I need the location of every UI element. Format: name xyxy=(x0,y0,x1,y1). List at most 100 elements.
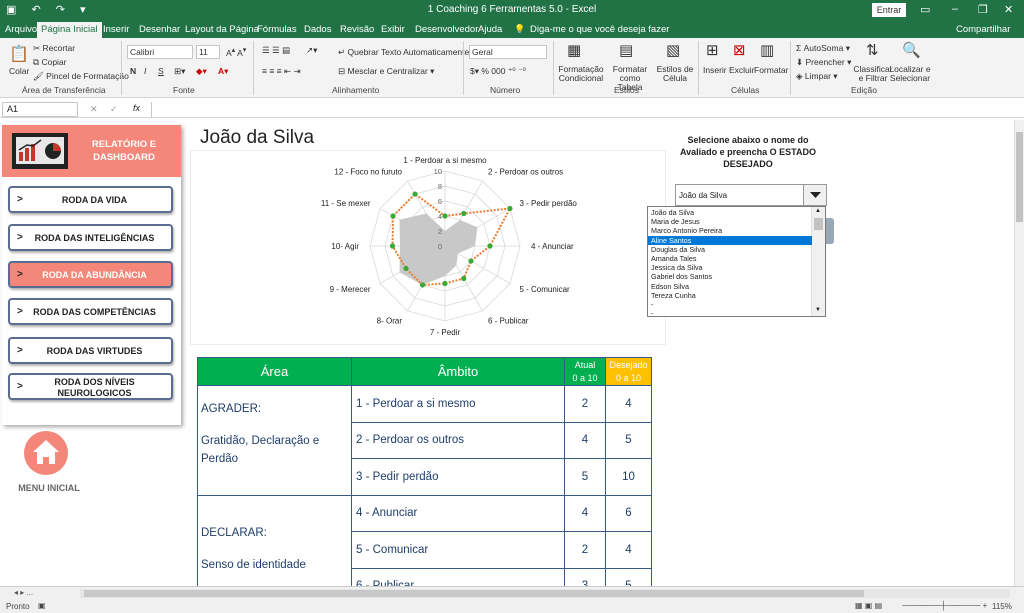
dropdown-button[interactable] xyxy=(803,185,826,205)
list-item[interactable]: Tereza Cunha xyxy=(648,291,812,300)
scroll-up-icon[interactable]: ▲ xyxy=(815,208,821,214)
person-dropdown-list[interactable]: ▲ ▼ João da Silva Maria de Jesus Marco Ant… xyxy=(647,206,826,318)
vertical-scroll-thumb[interactable] xyxy=(1016,132,1023,222)
grow-font-icon[interactable]: A▴ A▾ xyxy=(226,45,246,58)
scroll-down-icon[interactable]: ▼ xyxy=(815,307,821,313)
desejado-cell[interactable]: 5 xyxy=(605,421,652,459)
view-normal-icon[interactable]: ▦ ▣ ▤ xyxy=(855,601,882,610)
list-item[interactable]: Maria de Jesus xyxy=(648,217,812,226)
sheet-nav-icon[interactable]: ◂ ▸ ... xyxy=(14,588,33,597)
atual-cell[interactable]: 4 xyxy=(564,421,606,459)
insert-cells-icon[interactable]: ⊞ xyxy=(706,41,719,59)
list-item[interactable]: - xyxy=(648,309,812,318)
insert-cells-button[interactable]: Inserir xyxy=(703,65,727,75)
delete-cells-icon[interactable]: ⊠ xyxy=(733,41,746,59)
tab-desenvolvedor[interactable]: Desenvolvedor xyxy=(415,24,478,35)
nav-roda-das-virtudes[interactable]: > RODA DAS VIRTUDES xyxy=(8,337,173,364)
autosum-button[interactable]: Σ AutoSoma ▾ xyxy=(796,43,850,54)
delete-cells-button[interactable]: Excluir xyxy=(729,65,755,75)
conditional-format-button[interactable]: Formatação Condicional xyxy=(558,65,604,83)
ambito-cell[interactable]: 2 - Perdoar os outros xyxy=(351,421,565,459)
paste-icon[interactable]: 📋 xyxy=(9,44,29,64)
zoom-slider[interactable]: −──────┼────── + xyxy=(902,601,987,610)
desejado-cell[interactable]: 6 xyxy=(605,494,652,532)
confirm-icon[interactable]: ✓ xyxy=(110,104,118,115)
list-item[interactable]: João da Silva xyxy=(648,208,812,217)
sort-filter-icon[interactable]: ⇅ xyxy=(866,41,879,59)
person-select[interactable]: João da Silva xyxy=(675,184,827,206)
font-color-icon[interactable]: A▾ xyxy=(218,66,228,77)
clear-button[interactable]: ◈ Limpar ▾ xyxy=(796,71,838,82)
find-icon[interactable]: 🔍 xyxy=(902,41,921,59)
nav-roda-das-competencias[interactable]: > RODA DAS COMPETÊNCIAS xyxy=(8,298,173,325)
list-item[interactable]: Amanda Tales xyxy=(648,254,812,263)
macro-record-icon[interactable]: ▣ xyxy=(38,601,46,610)
gray-side-button[interactable] xyxy=(826,218,834,244)
tab-ajuda[interactable]: Ajuda xyxy=(478,24,502,35)
ambito-cell[interactable]: 1 - Perdoar a si mesmo xyxy=(351,385,565,423)
vertical-scrollbar[interactable] xyxy=(1014,120,1024,586)
align-top-icon[interactable]: ☰ ☰ ▤ xyxy=(262,45,290,56)
ambito-cell[interactable]: 4 - Anunciar xyxy=(351,494,565,532)
font-name-select[interactable]: Calibri xyxy=(127,45,193,59)
format-painter-button[interactable]: 🖌 Pincel de Formatação xyxy=(33,71,129,82)
ribbon-display-icon[interactable]: ▭ xyxy=(920,3,930,16)
ambito-cell[interactable]: 3 - Pedir perdão xyxy=(351,458,565,496)
tab-formulas[interactable]: Fórmulas xyxy=(257,24,297,35)
list-item[interactable]: Gabriel dos Santos xyxy=(648,272,812,281)
list-item[interactable]: Douglas da Silva xyxy=(648,245,812,254)
tab-arquivo[interactable]: Arquivo xyxy=(5,24,37,35)
nav-roda-da-abundancia[interactable]: > RODA DA ABUNDÂNCIA xyxy=(8,261,173,288)
fill-color-icon[interactable]: ◆▾ xyxy=(196,66,207,77)
tab-desenhar[interactable]: Desenhar xyxy=(139,24,180,35)
atual-cell[interactable]: 5 xyxy=(564,458,606,496)
format-table-icon[interactable]: ▤ xyxy=(619,41,633,59)
insert-function-icon[interactable]: fx xyxy=(133,103,140,113)
tab-exibir[interactable]: Exibir xyxy=(381,24,405,35)
copy-button[interactable]: ⧉ Copiar xyxy=(33,57,67,68)
maximize-icon[interactable]: ❐ xyxy=(978,3,988,16)
area-cell-agradecer[interactable]: AGRADER: Gratidão, Declaração e Perdão xyxy=(197,385,352,496)
sort-filter-button[interactable]: Classificar e Filtrar xyxy=(853,65,893,83)
atual-cell[interactable]: 2 xyxy=(564,531,606,569)
align-left-icon[interactable]: ≡ ≡ ≡ ⇤ ⇥ xyxy=(262,66,301,77)
border-icon[interactable]: ⊞▾ xyxy=(174,66,185,77)
ambito-cell[interactable]: 5 - Comunicar xyxy=(351,531,565,569)
cut-button[interactable]: ✂ Recortar xyxy=(33,43,75,54)
list-scroll-thumb[interactable] xyxy=(814,218,823,230)
sign-in-button[interactable]: Entrar xyxy=(872,3,906,17)
nav-roda-dos-niveis-neurologicos[interactable]: > RODA DOS NÍVEIS NEUROLOGICOS xyxy=(8,373,173,400)
orientation-icon[interactable]: ↗▾ xyxy=(306,45,317,56)
nav-roda-das-inteligencias[interactable]: > RODA DAS INTELIGÊNCIAS xyxy=(8,224,173,251)
currency-icon[interactable]: $▾ % 000 ⁺⁰ ⁻⁰ xyxy=(470,66,526,77)
share-button[interactable]: Compartilhar xyxy=(956,24,1010,35)
bold-icon[interactable]: N xyxy=(130,66,136,76)
merge-center-button[interactable]: ⊟ Mesclar e Centralizar ▾ xyxy=(338,66,434,77)
underline-icon[interactable]: S xyxy=(158,66,164,76)
tab-dados[interactable]: Dados xyxy=(304,24,331,35)
wrap-text-button[interactable]: ↵ Quebrar Texto Automaticamente xyxy=(338,47,469,58)
nav-roda-da-vida[interactable]: > RODA DA VIDA xyxy=(8,186,173,213)
tab-revisao[interactable]: Revisão xyxy=(340,24,374,35)
format-cells-button[interactable]: Formatar xyxy=(754,65,788,75)
formula-input[interactable] xyxy=(151,102,1011,117)
format-cells-icon[interactable]: ▥ xyxy=(760,41,774,59)
conditional-format-icon[interactable]: ▦ xyxy=(567,41,581,59)
list-item[interactable]: Jessica da Silva xyxy=(648,263,812,272)
list-item[interactable]: - xyxy=(648,300,812,309)
desejado-cell[interactable]: 4 xyxy=(605,385,652,423)
desejado-cell[interactable]: 4 xyxy=(605,531,652,569)
paste-button[interactable]: Colar xyxy=(9,66,29,76)
italic-icon[interactable]: I xyxy=(144,66,146,76)
menu-inicial-button[interactable] xyxy=(24,431,68,475)
cell-styles-icon[interactable]: ▧ xyxy=(666,41,680,59)
find-select-button[interactable]: Localizar e Selecionar xyxy=(888,65,932,83)
horizontal-scrollbar[interactable] xyxy=(80,589,1010,598)
tab-inserir[interactable]: Inserir xyxy=(103,24,129,35)
cell-styles-button[interactable]: Estilos de Célula xyxy=(656,65,694,83)
fill-button[interactable]: ⬇ Preencher ▾ xyxy=(796,57,851,68)
list-item[interactable]: Edson Silva xyxy=(648,282,812,291)
list-item[interactable]: Aline Santos xyxy=(648,235,812,245)
horizontal-scroll-thumb[interactable] xyxy=(84,590,864,597)
minimize-icon[interactable]: – xyxy=(952,3,958,15)
